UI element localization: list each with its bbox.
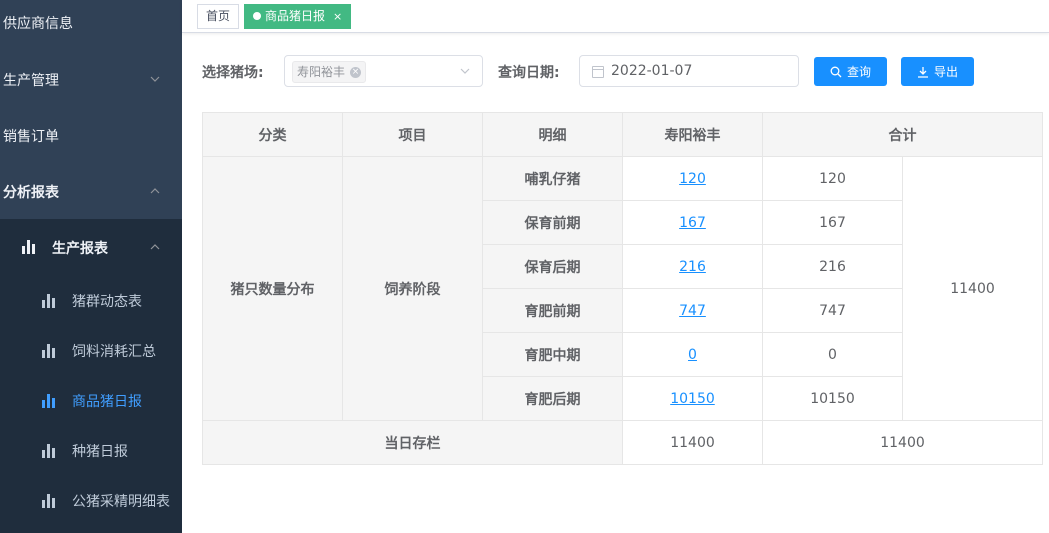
detail-cell: 育肥中期 — [482, 332, 623, 377]
chevron-down-icon — [460, 68, 470, 74]
footer-total-cell: 11400 — [762, 420, 1043, 465]
total-value-cell: 216 — [762, 244, 903, 289]
total-value-cell: 747 — [762, 288, 903, 333]
table-footer-row: 当日存栏 11400 11400 — [202, 420, 1043, 465]
farm-value-cell: 10150 — [622, 376, 763, 421]
table-row: 猪只数量分布 饲养阶段 哺乳仔猪 120 120 11400 — [202, 156, 1043, 421]
bar-chart-icon — [42, 394, 56, 408]
item-cell: 饲养阶段 — [342, 156, 483, 421]
header-detail: 明细 — [482, 112, 623, 157]
farm-value-link[interactable]: 10150 — [670, 391, 715, 407]
footer-label-cell: 当日存栏 — [202, 420, 623, 465]
bar-chart-icon — [42, 494, 56, 508]
table-header-row: 分类 项目 明细 寿阳裕丰 合计 — [202, 112, 1043, 157]
active-dot-icon — [253, 12, 261, 20]
detail-cell: 育肥后期 — [482, 376, 623, 421]
grand-total-cell: 11400 — [902, 156, 1043, 421]
header-farm: 寿阳裕丰 — [622, 112, 763, 157]
tag-commodity-pig-daily[interactable]: 商品猪日报 × — [244, 4, 352, 29]
bar-chart-icon — [42, 344, 56, 358]
menu-item-analysis-reports[interactable]: 分析报表 — [0, 164, 182, 220]
detail-cell: 哺乳仔猪 — [482, 156, 623, 201]
tag-home[interactable]: 首页 — [197, 4, 240, 29]
sidebar: 供应商信息 生产管理 销售订单 分析报表 生产报表 猪群动态表 饲料消耗汇总 商… — [0, 0, 182, 533]
chevron-up-icon — [150, 244, 160, 250]
footer-farm-cell: 11400 — [622, 420, 763, 465]
menu-item-sales-orders[interactable]: 销售订单 — [0, 108, 182, 164]
export-button[interactable]: 导出 — [901, 57, 974, 86]
sidebar-item-feed-consumption[interactable]: 饲料消耗汇总 — [0, 326, 182, 376]
detail-cell: 育肥前期 — [482, 288, 623, 333]
total-value-cell: 120 — [762, 156, 903, 201]
download-icon — [917, 66, 928, 78]
submenu-production-reports[interactable]: 生产报表 — [0, 219, 182, 275]
header-total: 合计 — [762, 112, 1043, 157]
query-button[interactable]: 查询 — [814, 57, 887, 86]
calendar-icon — [592, 66, 604, 78]
farm-value-cell: 0 — [622, 332, 763, 377]
search-icon — [830, 66, 842, 77]
sidebar-item-herd-dynamics[interactable]: 猪群动态表 — [0, 276, 182, 326]
total-value-cell: 0 — [762, 332, 903, 377]
remove-chip-icon[interactable]: × — [350, 67, 362, 78]
farm-value-cell: 747 — [622, 288, 763, 333]
menu-item-production[interactable]: 生产管理 — [0, 52, 182, 108]
farm-value-link[interactable]: 120 — [679, 171, 706, 187]
farm-value-cell: 167 — [622, 200, 763, 245]
chevron-down-icon — [150, 76, 160, 82]
farm-select-label: 选择猪场: — [202, 65, 264, 81]
date-picker[interactable]: 2022-01-07 — [579, 55, 799, 87]
sidebar-item-breeding-pig-daily[interactable]: 种猪日报 — [0, 426, 182, 476]
header-item: 项目 — [342, 112, 483, 157]
total-value-cell: 167 — [762, 200, 903, 245]
bar-chart-icon — [42, 294, 56, 308]
menu-item-supplier[interactable]: 供应商信息 — [0, 0, 182, 51]
sidebar-item-commodity-pig-daily[interactable]: 商品猪日报 — [0, 376, 182, 426]
report-table: 分类 项目 明细 寿阳裕丰 合计 猪只数量分布 饲养阶段 哺乳仔猪 120 12… — [202, 112, 1043, 465]
farm-select[interactable]: 寿阳裕丰 × — [284, 55, 483, 87]
selected-farm-chip: 寿阳裕丰 × — [292, 61, 367, 83]
detail-cell: 保育后期 — [482, 244, 623, 289]
date-label: 查询日期: — [498, 65, 560, 81]
farm-value-link[interactable]: 216 — [679, 259, 706, 275]
total-value-cell: 10150 — [762, 376, 903, 421]
farm-value-link[interactable]: 167 — [679, 215, 706, 231]
category-cell: 猪只数量分布 — [202, 156, 343, 421]
chevron-up-icon — [150, 188, 160, 194]
header-category: 分类 — [202, 112, 343, 157]
bar-chart-icon — [42, 444, 56, 458]
farm-value-link[interactable]: 0 — [688, 347, 697, 363]
close-icon[interactable]: × — [333, 10, 342, 23]
sidebar-item-boar-semen-detail[interactable]: 公猪采精明细表 — [0, 476, 182, 526]
tags-view-bar: 首页 商品猪日报 × — [182, 0, 1049, 33]
detail-cell: 保育前期 — [482, 200, 623, 245]
farm-value-cell: 216 — [622, 244, 763, 289]
farm-value-cell: 120 — [622, 156, 763, 201]
bar-chart-icon — [22, 240, 36, 254]
farm-value-link[interactable]: 747 — [679, 303, 706, 319]
